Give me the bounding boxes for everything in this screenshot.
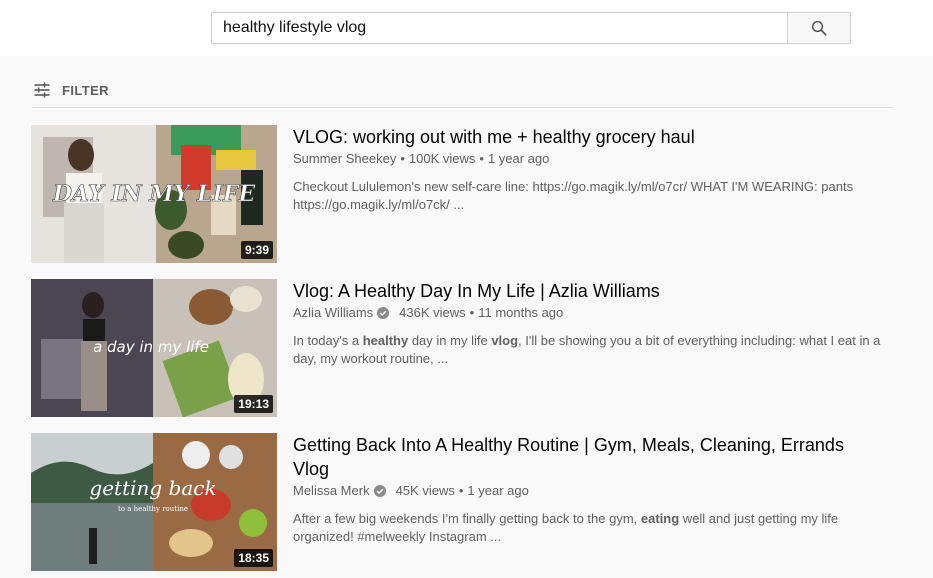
search-icon [811,20,827,36]
duration-badge: 19:13 [234,395,273,413]
highlighted-keyword: eating [640,511,680,526]
description-text: Checkout Lululemon's new self-care line:… [293,179,854,212]
video-description: In today's a healthy day in my life vlog… [293,332,883,368]
thumbnail-overlay-text: DAY IN MY LIFE [52,181,257,207]
duration-badge: 18:35 [234,549,273,567]
video-meta: Azlia Williams 436K views • 11 months ag… [293,304,883,322]
highlighted-keyword: healthy [362,333,409,348]
thumbnail-overlay-text: getting back [89,476,216,500]
search-input[interactable]: healthy lifestyle vlog [211,12,788,44]
video-title[interactable]: Getting Back Into A Healthy Routine | Gy… [293,433,883,481]
video-result[interactable]: getting back to a healthy routine 18:35 … [31,433,893,571]
upload-age: 1 year ago [487,151,550,166]
video-meta: Summer Sheekey • 100K views • 1 year ago [293,150,883,168]
verified-check-icon [373,485,386,497]
video-title[interactable]: VLOG: working out with me + healthy groc… [293,125,883,149]
filter-label: FILTER [62,82,109,98]
video-description: After a few big weekends I'm finally get… [293,510,883,546]
description-text: After a few big weekends I'm finally get… [293,511,641,526]
video-thumbnail[interactable]: getting back to a healthy routine 18:35 [31,433,277,571]
video-thumbnail[interactable]: DAY IN MY LIFE 9:39 [31,125,277,263]
separator: • [469,305,475,320]
video-info: VLOG: working out with me + healthy groc… [293,125,883,214]
filter-button[interactable]: FILTER [32,78,109,102]
sliders-icon [34,82,50,98]
video-result[interactable]: a day in my life 19:13 Vlog: A Healthy D… [31,279,893,417]
video-description: Checkout Lululemon's new self-care line:… [293,178,883,214]
channel-name[interactable]: Summer Sheekey [293,150,396,168]
thumbnail-overlay-subtext: to a healthy routine [118,505,188,513]
video-info: Getting Back Into A Healthy Routine | Gy… [293,433,883,546]
description-text: In today's a [293,333,363,348]
upload-age: 1 year ago [467,483,529,498]
description-text: day in my life [408,333,492,348]
channel-name[interactable]: Melissa Merk [293,482,370,500]
video-title[interactable]: Vlog: A Healthy Day In My Life | Azlia W… [293,279,883,303]
video-info: Vlog: A Healthy Day In My Life | Azlia W… [293,279,883,368]
separator: • [458,483,464,498]
video-meta: Melissa Merk 45K views • 1 year ago [293,482,883,500]
view-count: 100K views [408,151,476,166]
divider [32,107,893,108]
separator: • [400,151,405,166]
upload-age: 11 months ago [478,305,564,320]
verified-check-icon [377,307,390,319]
channel-name[interactable]: Azlia Williams [293,304,373,322]
top-bar: healthy lifestyle vlog [0,0,933,56]
separator: • [479,151,484,166]
duration-badge: 9:39 [240,241,273,259]
view-count: 436K views [399,305,466,320]
view-count: 45K views [395,483,455,498]
search-button[interactable] [787,12,851,44]
thumbnail-overlay-text: a day in my life [93,338,209,356]
video-result[interactable]: DAY IN MY LIFE 9:39 VLOG: working out wi… [31,125,893,263]
highlighted-keyword: vlog [491,333,519,348]
video-thumbnail[interactable]: a day in my life 19:13 [31,279,277,417]
